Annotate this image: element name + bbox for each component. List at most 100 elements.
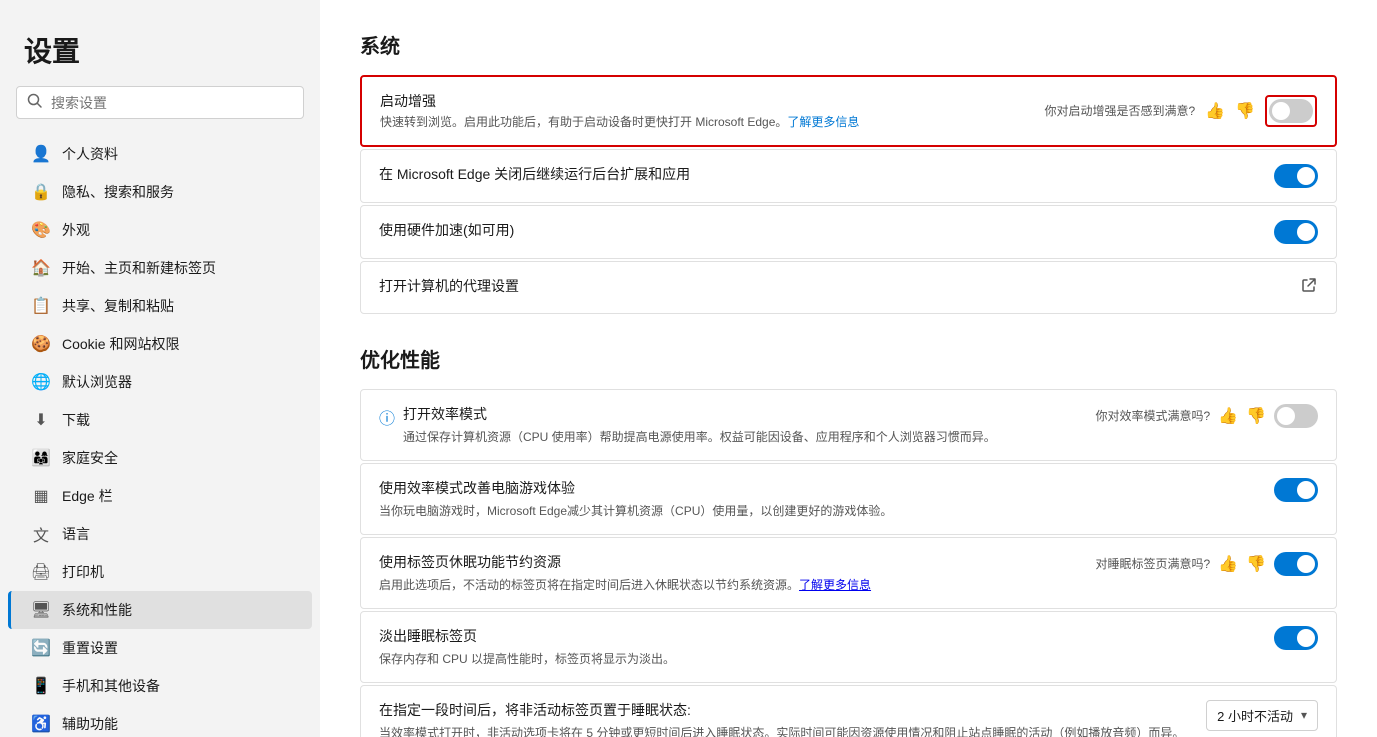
sleeping-tabs-desc: 启用此选项后，不活动的标签页将在指定时间后进入休眠状态以节约系统资源。了解更多信…: [379, 576, 1083, 594]
sidebar-item-reset[interactable]: 🔄 重置设置: [8, 629, 312, 667]
sleeping-tabs-link[interactable]: 了解更多信息: [799, 578, 871, 592]
nav-icon-defaultbrowser: 🌐: [32, 373, 50, 391]
info-icon: ⓘ: [379, 405, 395, 429]
nav-icon-download: ⬇: [32, 411, 50, 429]
sleeping-tabs-text: 使用标签页休眠功能节约资源 启用此选项后，不活动的标签页将在指定时间后进入休眠状…: [379, 552, 1083, 594]
background-apps-toggle[interactable]: [1274, 164, 1318, 188]
nav-label-share: 共享、复制和粘贴: [62, 296, 174, 316]
search-input[interactable]: [51, 95, 293, 111]
sidebar-item-share[interactable]: 📋 共享、复制和粘贴: [8, 287, 312, 325]
performance-section: 优化性能 ⓘ 打开效率模式 通过保存计算机资源（CPU 使用率）帮助提高电源使用…: [360, 344, 1337, 737]
nav-icon-newtab: 🏠: [32, 259, 50, 277]
sidebar-item-family[interactable]: 👨‍👩‍👧 家庭安全: [8, 439, 312, 477]
sidebar-item-profile[interactable]: 👤 个人资料: [8, 135, 312, 173]
main-content: 系统 启动增强 快速转到浏览。启用此功能后，有助于启动设备时更快打开 Micro…: [320, 0, 1377, 737]
sleeping-tabs-toggle[interactable]: [1274, 552, 1318, 576]
startup-boost-card: 启动增强 快速转到浏览。启用此功能后，有助于启动设备时更快打开 Microsof…: [360, 75, 1337, 147]
background-apps-row: 在 Microsoft Edge 关闭后继续运行后台扩展和应用: [361, 150, 1336, 202]
hardware-accel-toggle[interactable]: [1274, 220, 1318, 244]
nav-list: 👤 个人资料 🔒 隐私、搜索和服务 🎨 外观 🏠 开始、主页和新建标签页 📋 共…: [0, 135, 320, 737]
sidebar-item-accessibility[interactable]: ♿ 辅助功能: [8, 705, 312, 737]
gaming-efficiency-header: 使用效率模式改善电脑游戏体验 当你玩电脑游戏时，Microsoft Edge减少…: [379, 478, 1318, 520]
nav-icon-profile: 👤: [32, 145, 50, 163]
fade-sleeping-right: [1274, 626, 1318, 650]
nav-icon-appearance: 🎨: [32, 221, 50, 239]
gaming-efficiency-card: 使用效率模式改善电脑游戏体验 当你玩电脑游戏时，Microsoft Edge减少…: [360, 463, 1337, 535]
sleeping-thumbdown-icon[interactable]: 👎: [1246, 554, 1266, 574]
nav-icon-family: 👨‍👩‍👧: [32, 449, 50, 467]
nav-label-defaultbrowser: 默认浏览器: [62, 372, 132, 392]
external-link-icon[interactable]: [1300, 276, 1318, 299]
nav-label-download: 下载: [62, 410, 90, 430]
fade-sleeping-toggle[interactable]: [1274, 626, 1318, 650]
gaming-efficiency-right: [1274, 478, 1318, 502]
inactive-timeout-dropdown[interactable]: 2 小时不活动 ▾: [1206, 700, 1318, 731]
hardware-accel-row: 使用硬件加速(如可用): [361, 206, 1336, 258]
nav-label-newtab: 开始、主页和新建标签页: [62, 258, 216, 278]
sidebar-item-edgebar[interactable]: ▦ Edge 栏: [8, 477, 312, 515]
hardware-accel-card: 使用硬件加速(如可用): [360, 205, 1337, 259]
sidebar-item-cookie[interactable]: 🍪 Cookie 和网站权限: [8, 325, 312, 363]
efficiency-thumbdown-icon[interactable]: 👎: [1246, 406, 1266, 426]
startup-boost-desc: 快速转到浏览。启用此功能后，有助于启动设备时更快打开 Microsoft Edg…: [380, 114, 1032, 131]
sleeping-tabs-card: 使用标签页休眠功能节约资源 启用此选项后，不活动的标签页将在指定时间后进入休眠状…: [360, 537, 1337, 609]
gaming-efficiency-label: 使用效率模式改善电脑游戏体验: [379, 478, 1262, 498]
startup-boost-toggle[interactable]: [1269, 99, 1313, 123]
efficiency-thumbup-icon[interactable]: 👍: [1218, 406, 1238, 426]
efficiency-mode-toggle[interactable]: [1274, 404, 1318, 428]
gaming-efficiency-text: 使用效率模式改善电脑游戏体验 当你玩电脑游戏时，Microsoft Edge减少…: [379, 478, 1262, 520]
fade-sleeping-header: 淡出睡眠标签页 保存内存和 CPU 以提高性能时，标签页将显示为淡出。: [379, 626, 1318, 668]
nav-icon-mobile: 📱: [32, 677, 50, 695]
nav-label-printer: 打印机: [62, 562, 104, 582]
startup-boost-label: 启动增强: [380, 91, 1032, 111]
search-box[interactable]: [16, 86, 304, 119]
settings-title: 设置: [0, 20, 320, 86]
sidebar-item-system[interactable]: 🖥 系统和性能: [8, 591, 312, 629]
startup-boost-link[interactable]: 了解更多信息: [787, 115, 859, 129]
performance-section-title: 优化性能: [360, 344, 1337, 373]
nav-label-family: 家庭安全: [62, 448, 118, 468]
efficiency-mode-header: ⓘ 打开效率模式 通过保存计算机资源（CPU 使用率）帮助提高电源使用率。权益可…: [379, 404, 1318, 446]
sleeping-tabs-header: 使用标签页休眠功能节约资源 启用此选项后，不活动的标签页将在指定时间后进入休眠状…: [379, 552, 1318, 594]
search-icon: [27, 93, 43, 112]
proxy-label: 打开计算机的代理设置: [379, 276, 1288, 296]
sidebar: 设置 👤 个人资料 🔒 隐私、搜索和服务 🎨 外观 🏠 开始、主页和新建标签页 …: [0, 0, 320, 737]
efficiency-mode-text: 打开效率模式 通过保存计算机资源（CPU 使用率）帮助提高电源使用率。权益可能因…: [403, 404, 996, 446]
inactive-timeout-label: 在指定一段时间后，将非活动标签页置于睡眠状态:: [379, 700, 1194, 720]
startup-boost-row: 启动增强 快速转到浏览。启用此功能后，有助于启动设备时更快打开 Microsof…: [362, 77, 1335, 145]
fade-sleeping-desc: 保存内存和 CPU 以提高性能时，标签页将显示为淡出。: [379, 650, 1262, 668]
gaming-efficiency-toggle[interactable]: [1274, 478, 1318, 502]
background-apps-label: 在 Microsoft Edge 关闭后继续运行后台扩展和应用: [379, 164, 1262, 184]
sidebar-item-appearance[interactable]: 🎨 外观: [8, 211, 312, 249]
hardware-accel-label: 使用硬件加速(如可用): [379, 220, 1262, 240]
sidebar-item-language[interactable]: 文 语言: [8, 515, 312, 553]
efficiency-mode-left: ⓘ 打开效率模式 通过保存计算机资源（CPU 使用率）帮助提高电源使用率。权益可…: [379, 404, 1083, 446]
fade-sleeping-text: 淡出睡眠标签页 保存内存和 CPU 以提高性能时，标签页将显示为淡出。: [379, 626, 1262, 668]
sidebar-item-printer[interactable]: 🖨 打印机: [8, 553, 312, 591]
efficiency-mode-desc: 通过保存计算机资源（CPU 使用率）帮助提高电源使用率。权益可能因设备、应用程序…: [403, 428, 996, 446]
efficiency-mode-label: 打开效率模式: [403, 404, 996, 424]
nav-label-language: 语言: [62, 524, 90, 544]
nav-icon-system: 🖥: [32, 601, 50, 619]
sidebar-item-newtab[interactable]: 🏠 开始、主页和新建标签页: [8, 249, 312, 287]
system-section-title: 系统: [360, 30, 1337, 59]
sleeping-thumbup-icon[interactable]: 👍: [1218, 554, 1238, 574]
inactive-timeout-value: 2 小时不活动: [1217, 706, 1293, 725]
proxy-text: 打开计算机的代理设置: [379, 276, 1288, 299]
proxy-card: 打开计算机的代理设置: [360, 261, 1337, 314]
startup-boost-toggle-box: [1265, 95, 1317, 127]
inactive-timeout-card: 在指定一段时间后，将非活动标签页置于睡眠状态: 当效率模式打开时，非活动选项卡将…: [360, 685, 1337, 737]
nav-label-mobile: 手机和其他设备: [62, 676, 160, 696]
sidebar-item-defaultbrowser[interactable]: 🌐 默认浏览器: [8, 363, 312, 401]
nav-label-appearance: 外观: [62, 220, 90, 240]
sidebar-item-privacy[interactable]: 🔒 隐私、搜索和服务: [8, 173, 312, 211]
sleeping-tabs-right: 对睡眠标签页满意吗? 👍 👎: [1095, 552, 1318, 576]
proxy-right: [1300, 276, 1318, 299]
nav-label-reset: 重置设置: [62, 638, 118, 658]
nav-icon-language: 文: [32, 525, 50, 543]
thumbup-icon[interactable]: 👍: [1205, 101, 1225, 121]
thumbdown-icon[interactable]: 👎: [1235, 101, 1255, 121]
sidebar-item-mobile[interactable]: 📱 手机和其他设备: [8, 667, 312, 705]
sidebar-item-download[interactable]: ⬇ 下载: [8, 401, 312, 439]
startup-boost-right: 你对启动增强是否感到满意? 👍 👎: [1044, 95, 1317, 127]
